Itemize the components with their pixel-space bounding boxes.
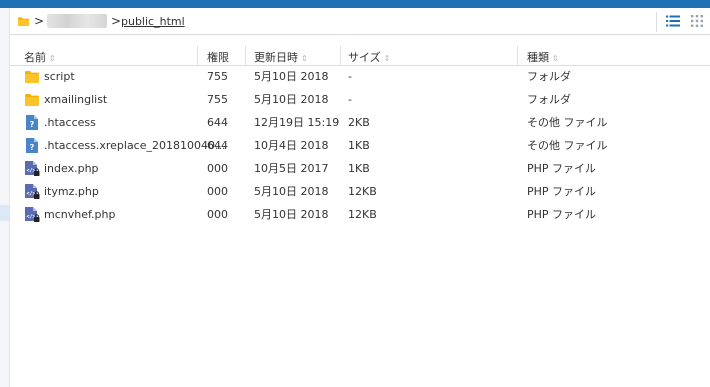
unknown-file-icon: ?	[26, 138, 38, 153]
file-type: PHP ファイル	[527, 162, 597, 175]
grid-view-icon[interactable]	[691, 15, 703, 27]
file-size: 12KB	[348, 208, 377, 221]
sort-icon: ⇕	[301, 54, 308, 63]
file-type: フォルダ	[527, 70, 571, 83]
left-sidebar-edge	[0, 8, 10, 387]
file-row[interactable]: </> itymz.php 000 5月10日 2018 12KB PHP ファ…	[10, 180, 710, 203]
home-folder-icon[interactable]	[18, 17, 29, 26]
breadcrumb-separator: >	[34, 14, 45, 28]
file-size: 2KB	[348, 116, 370, 129]
file-modified: 10月4日 2018	[254, 139, 329, 152]
list-view-icon[interactable]	[666, 15, 680, 27]
folder-icon	[25, 94, 39, 106]
file-size: -	[348, 93, 352, 106]
php-locked-file-icon: </>	[25, 161, 40, 176]
file-row[interactable]: ? .htaccess 644 12月19日 15:19 2KB その他 ファイ…	[10, 111, 710, 134]
file-row[interactable]: </> mcnvhef.php 000 5月10日 2018 12KB PHP …	[10, 203, 710, 226]
toolbar-divider	[656, 12, 657, 32]
file-row[interactable]: script 755 5月10日 2018 - フォルダ	[10, 65, 710, 88]
file-permissions: 755	[207, 70, 228, 83]
column-divider	[517, 46, 518, 66]
file-name[interactable]: mcnvhef.php	[44, 208, 116, 221]
svg-text:?: ?	[30, 120, 35, 129]
breadcrumb-separator: >	[111, 14, 122, 28]
unknown-file-icon: ?	[26, 115, 38, 130]
breadcrumb-redacted-segment[interactable]	[47, 14, 107, 28]
column-header-type[interactable]: 種類 ⇕	[527, 49, 559, 65]
file-permissions: 000	[207, 185, 228, 198]
column-header-label: 名前	[24, 51, 46, 64]
file-size: 1KB	[348, 162, 370, 175]
file-type: その他 ファイル	[527, 116, 608, 129]
file-size: -	[348, 70, 352, 83]
file-name[interactable]: .htaccess	[44, 116, 96, 129]
column-divider	[245, 46, 246, 66]
file-permissions: 755	[207, 93, 228, 106]
sort-icon: ⇕	[552, 54, 559, 63]
file-size: 1KB	[348, 139, 370, 152]
file-row[interactable]: </> index.php 000 10月5日 2017 1KB PHP ファイ…	[10, 157, 710, 180]
column-header-label: サイズ	[348, 51, 381, 64]
file-type: PHP ファイル	[527, 185, 597, 198]
file-permissions: 644	[207, 139, 228, 152]
sidebar-selected-marker	[0, 205, 10, 221]
file-name[interactable]: itymz.php	[44, 185, 99, 198]
file-modified: 12月19日 15:19	[254, 116, 340, 129]
sort-icon: ⇕	[383, 54, 391, 63]
file-row[interactable]: xmailinglist 755 5月10日 2018 - フォルダ	[10, 88, 710, 111]
file-type: PHP ファイル	[527, 208, 597, 221]
file-modified: 5月10日 2018	[254, 208, 329, 221]
file-permissions: 644	[207, 116, 228, 129]
file-modified: 5月10日 2018	[254, 185, 329, 198]
file-permissions: 000	[207, 162, 228, 175]
file-modified: 5月10日 2018	[254, 70, 329, 83]
php-locked-file-icon: </>	[25, 184, 40, 199]
toolbar: > > public_html	[10, 8, 710, 35]
column-divider	[197, 46, 198, 66]
file-modified: 5月10日 2018	[254, 93, 329, 106]
column-header-permissions[interactable]: 権限	[207, 49, 229, 65]
top-app-bar	[0, 0, 710, 8]
folder-icon	[25, 71, 39, 83]
file-permissions: 000	[207, 208, 228, 221]
column-header-size[interactable]: サイズ ⇕	[348, 49, 390, 65]
column-header-modified[interactable]: 更新日時 ⇕	[254, 49, 308, 65]
file-name[interactable]: index.php	[44, 162, 99, 175]
svg-text:?: ?	[30, 143, 35, 152]
column-header-name[interactable]: 名前 ⇕	[24, 49, 56, 65]
file-type: その他 ファイル	[527, 139, 608, 152]
file-modified: 10月5日 2017	[254, 162, 329, 175]
file-name[interactable]: xmailinglist	[44, 93, 107, 106]
sort-icon: ⇕	[49, 54, 56, 63]
file-type: フォルダ	[527, 93, 571, 106]
file-row[interactable]: ? .htaccess.xreplace_201810040... 644 10…	[10, 134, 710, 157]
breadcrumb-current-folder[interactable]: public_html	[121, 15, 185, 28]
column-header-label: 種類	[527, 51, 549, 64]
column-divider	[340, 46, 341, 66]
file-table-header: 名前 ⇕ 権限 更新日時 ⇕ サイズ ⇕ 種類 ⇕	[10, 46, 710, 66]
php-locked-file-icon: </>	[25, 207, 40, 222]
file-name[interactable]: .htaccess.xreplace_201810040...	[44, 139, 225, 152]
column-header-label: 更新日時	[254, 51, 298, 64]
file-size: 12KB	[348, 185, 377, 198]
file-name[interactable]: script	[44, 70, 75, 83]
